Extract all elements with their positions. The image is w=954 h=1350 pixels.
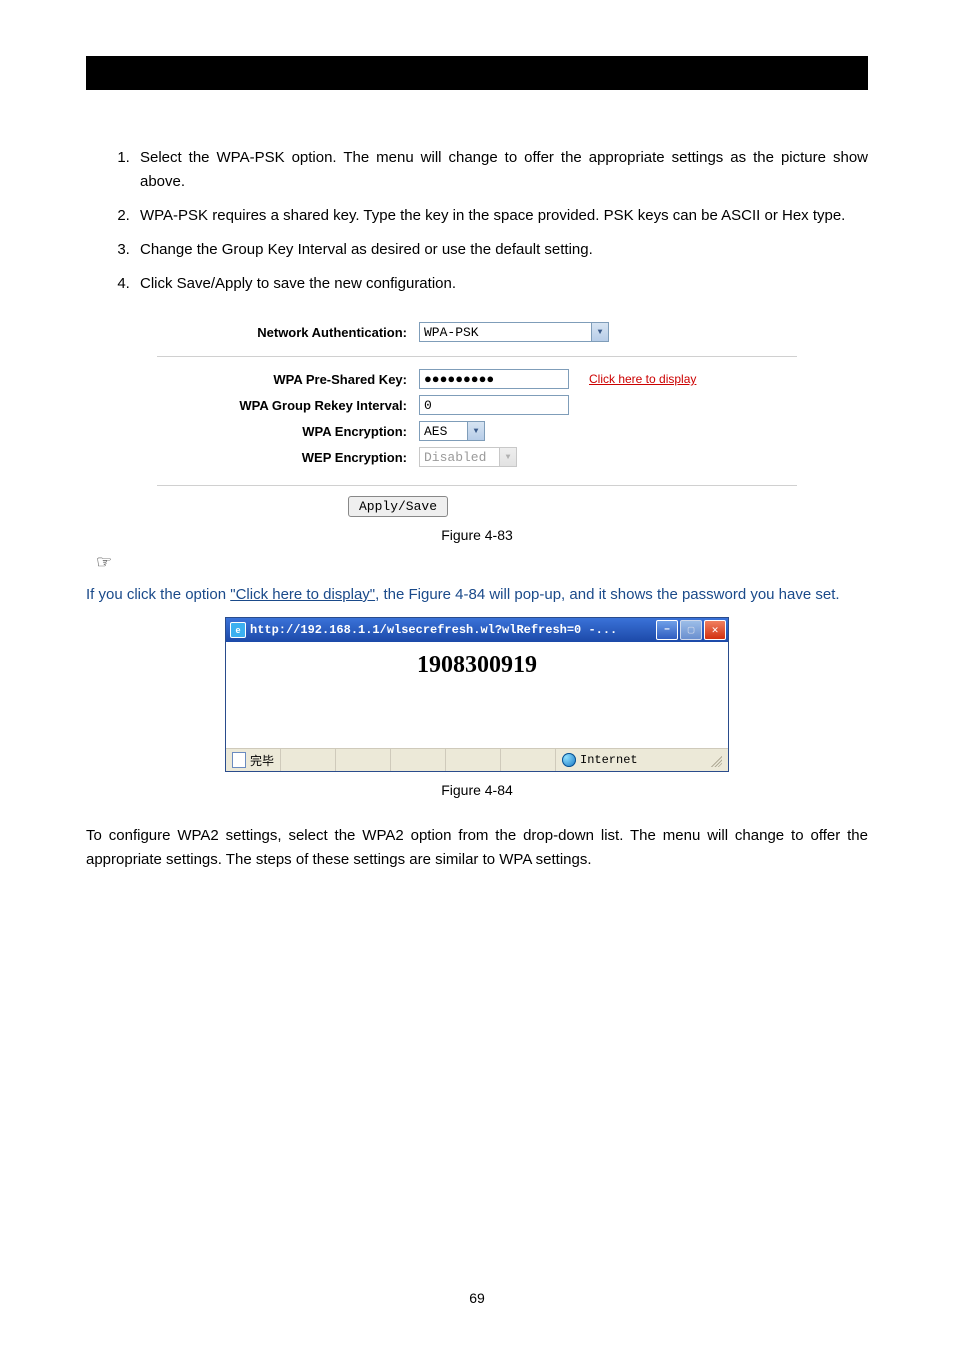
figure-caption: Figure 4-83 bbox=[86, 527, 868, 543]
maximize-button: ▢ bbox=[680, 620, 702, 640]
popup-window: e http://192.168.1.1/wlsecrefresh.wl?wlR… bbox=[225, 617, 729, 772]
select-network-auth[interactable]: WPA-PSK ▼ bbox=[419, 322, 609, 342]
select-value: Disabled bbox=[424, 450, 492, 465]
instruction-item: Select the WPA-PSK option. The menu will… bbox=[134, 146, 868, 194]
config-form-figure: Network Authentication: WPA-PSK ▼ WPA Pr… bbox=[157, 310, 797, 486]
status-bar: 完毕 Internet bbox=[226, 748, 728, 771]
chevron-down-icon: ▼ bbox=[467, 422, 484, 440]
instruction-item: WPA-PSK requires a shared key. Type the … bbox=[134, 204, 868, 228]
row-psk: WPA Pre-Shared Key: ●●●●●●●●● Click here… bbox=[157, 369, 797, 389]
window-titlebar: e http://192.168.1.1/wlsecrefresh.wl?wlR… bbox=[226, 618, 728, 642]
input-value: 0 bbox=[424, 398, 432, 413]
pointer-icon: ☞ bbox=[96, 553, 868, 571]
page-number: 69 bbox=[0, 1290, 954, 1306]
label-wpaenc: WPA Encryption: bbox=[157, 424, 419, 439]
input-psk[interactable]: ●●●●●●●●● bbox=[419, 369, 569, 389]
window-title: http://192.168.1.1/wlsecrefresh.wl?wlRef… bbox=[250, 623, 652, 637]
status-progress bbox=[281, 749, 556, 771]
globe-icon bbox=[562, 753, 576, 767]
document-page: Select the WPA-PSK option. The menu will… bbox=[0, 0, 954, 1350]
instruction-item: Change the Group Key Interval as desired… bbox=[134, 238, 868, 262]
label-wepenc: WEP Encryption: bbox=[157, 450, 419, 465]
row-gri: WPA Group Rekey Interval: 0 bbox=[157, 395, 797, 415]
row-wepenc: WEP Encryption: Disabled ▼ bbox=[157, 447, 797, 467]
popup-body: 1908300919 bbox=[226, 642, 728, 748]
figure-caption: Figure 4-84 bbox=[86, 782, 868, 798]
close-button[interactable]: ✕ bbox=[704, 620, 726, 640]
note-text: If you click the option bbox=[86, 586, 230, 603]
note-paragraph: If you click the option "Click here to d… bbox=[86, 583, 868, 607]
resize-grip-icon bbox=[708, 753, 722, 767]
header-black-bar bbox=[86, 56, 868, 90]
label-auth: Network Authentication: bbox=[157, 325, 419, 340]
chevron-down-icon: ▼ bbox=[499, 448, 516, 466]
page-content: Select the WPA-PSK option. The menu will… bbox=[86, 146, 868, 872]
instruction-item: Click Save/Apply to save the new configu… bbox=[134, 272, 868, 296]
input-group-rekey[interactable]: 0 bbox=[419, 395, 569, 415]
displayed-password: 1908300919 bbox=[417, 652, 537, 679]
divider bbox=[157, 356, 797, 357]
chevron-down-icon: ▼ bbox=[591, 323, 608, 341]
select-wep-encryption: Disabled ▼ bbox=[419, 447, 517, 467]
apply-save-button[interactable]: Apply/Save bbox=[348, 496, 448, 517]
status-done-text: 完毕 bbox=[250, 752, 274, 769]
note-link-text: "Click here to display" bbox=[230, 586, 375, 603]
row-auth: Network Authentication: WPA-PSK ▼ bbox=[157, 322, 797, 342]
page-icon bbox=[232, 752, 246, 768]
select-wpa-encryption[interactable]: AES ▼ bbox=[419, 421, 485, 441]
ie-icon: e bbox=[230, 622, 246, 638]
status-done-cell: 完毕 bbox=[226, 749, 281, 771]
wpa2-paragraph: To configure WPA2 settings, select the W… bbox=[86, 824, 868, 872]
label-gri: WPA Group Rekey Interval: bbox=[157, 398, 419, 413]
zone-text: Internet bbox=[580, 753, 638, 767]
note-text: , the Figure 4-84 will pop-up, and it sh… bbox=[375, 586, 839, 603]
label-psk: WPA Pre-Shared Key: bbox=[157, 372, 419, 387]
link-click-to-display[interactable]: Click here to display bbox=[589, 372, 696, 386]
input-value: ●●●●●●●●● bbox=[424, 372, 494, 387]
select-value: WPA-PSK bbox=[424, 325, 485, 340]
select-value: AES bbox=[424, 424, 453, 439]
instruction-list: Select the WPA-PSK option. The menu will… bbox=[86, 146, 868, 296]
row-wpaenc: WPA Encryption: AES ▼ bbox=[157, 421, 797, 441]
status-zone: Internet bbox=[556, 749, 728, 771]
minimize-button[interactable]: – bbox=[656, 620, 678, 640]
